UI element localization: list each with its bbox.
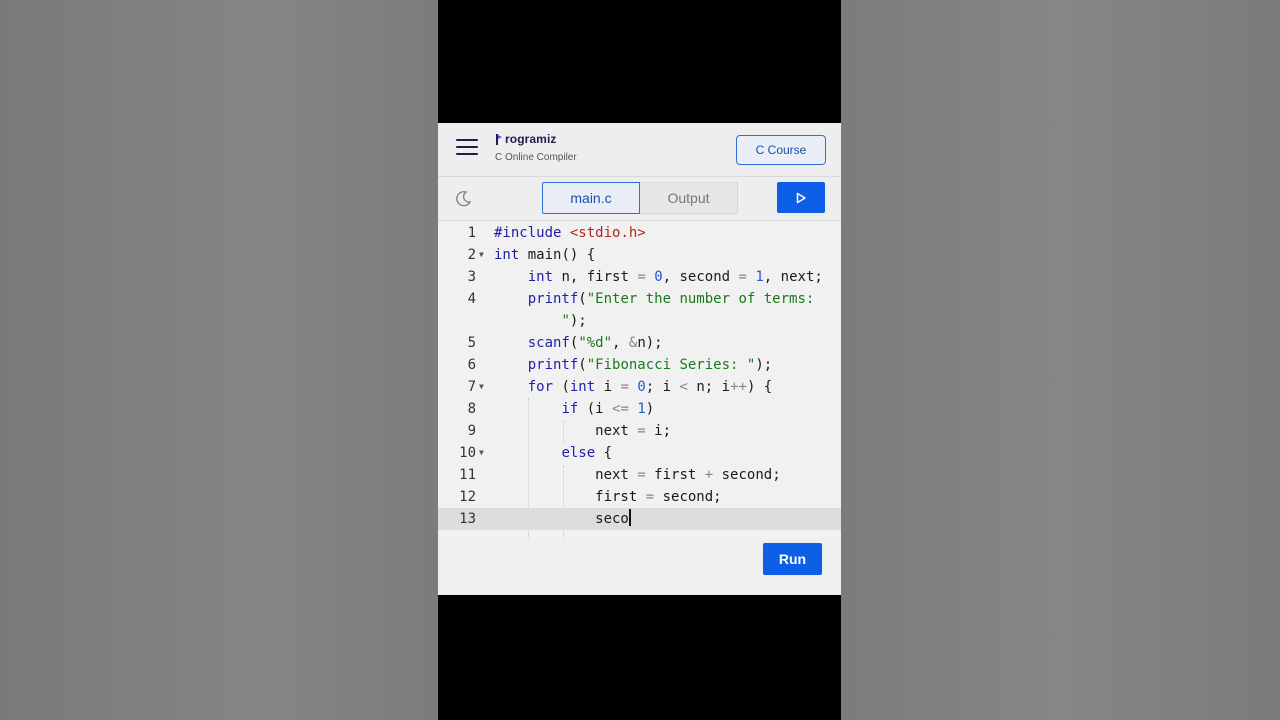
fold-arrow-icon[interactable]: ▼ [479,376,484,398]
code-text: printf("Enter the number of terms: [527,291,815,307]
text-cursor [628,509,631,526]
line-number: 1 [467,225,476,241]
code-text: seco [494,509,631,527]
line-number: 2 [467,247,476,263]
fold-arrow-icon[interactable]: ▼ [479,442,484,464]
code-line: 6 printf("Fibonacci Series: "); [438,354,841,376]
code-line: 3 int n, first = 0, second = 1, next; [438,266,841,288]
line-number: 7 [467,379,476,395]
c-course-button[interactable]: C Course [736,135,826,165]
line-number: 12 [459,489,476,505]
line-number: 10 [459,445,476,461]
compiler-app: rogramiz C Online Compiler C Course main… [438,123,841,595]
code-text: int main() { [494,247,596,263]
menu-icon[interactable] [456,139,478,157]
line-number: 8 [467,401,476,417]
phone-screen: rogramiz C Online Compiler C Course main… [438,0,841,720]
code-text: else { [561,445,613,461]
code-text: first = second; [494,489,722,505]
run-button[interactable]: Run [763,543,822,575]
tab-main-c[interactable]: main.c [542,182,640,214]
code-line: 2 ▼ int main() { [438,244,841,266]
line-number: 13 [459,511,476,527]
code-text: printf("Fibonacci Series: "); [527,357,773,373]
line-number: 4 [467,291,476,307]
top-bar: rogramiz C Online Compiler C Course [438,123,841,177]
fold-arrow-icon[interactable]: ▼ [479,244,484,266]
background-blur-right [841,0,1280,720]
file-tabs: main.c Output [542,182,738,214]
background-blur-left [0,0,438,720]
code-line: 5 scanf("%d", &n); [438,332,841,354]
code-line: 11 next = first + second; [438,464,841,486]
logo-mark-icon [495,133,504,145]
code-line-active: 13 seco [438,508,841,530]
line-number: 3 [467,269,476,285]
code-text: next = first + second; [494,467,781,483]
code-line: 10 ▼ else { [438,442,841,464]
app-subtitle: C Online Compiler [495,152,577,163]
code-text: int n, first = 0, second = 1, next; [527,269,823,285]
code-text: for (int i = 0; i < n; i++) { [527,379,773,395]
line-number: 6 [467,357,476,373]
code-line: 1 #include <stdio.h> [438,222,841,244]
code-text: #include <stdio.h> [494,225,646,241]
moon-icon[interactable] [453,189,473,209]
editor-toolbar: main.c Output [438,177,841,221]
play-icon [796,192,806,203]
code-line: 4 printf("Enter the number of terms: [438,288,841,310]
code-text: next = i; [494,423,672,439]
code-text: scanf("%d", &n); [527,335,663,351]
line-number: 9 [467,423,476,439]
play-button[interactable] [777,182,825,213]
logo-text: rogramiz [505,132,557,146]
tab-output[interactable]: Output [640,182,738,214]
code-line: 9 next = i; [438,420,841,442]
code-text: "); [561,313,587,329]
code-editor[interactable]: 1 #include <stdio.h> 2 ▼ int main() { 3 … [438,222,841,538]
logo[interactable]: rogramiz C Online Compiler [495,132,577,163]
code-line-wrapped: "); [438,310,841,332]
code-text: if (i <= 1) [561,401,655,417]
code-line: 8 if (i <= 1) [438,398,841,420]
logo-word: rogramiz [495,132,577,146]
code-line: 12 first = second; [438,486,841,508]
line-number: 11 [459,467,476,483]
line-number: 5 [467,335,476,351]
code-line: 7 ▼ for (int i = 0; i < n; i++) { [438,376,841,398]
